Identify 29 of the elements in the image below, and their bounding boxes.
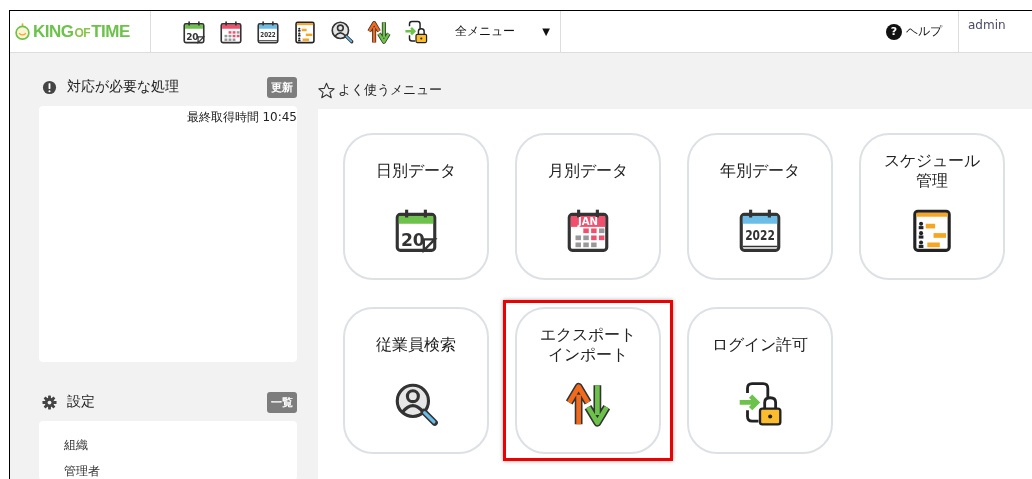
help-icon: ? bbox=[886, 23, 902, 40]
clock-logo-icon bbox=[14, 23, 31, 40]
person-search-button[interactable] bbox=[329, 18, 355, 45]
menu-tile[interactable]: スケジュール管理 bbox=[859, 133, 1005, 280]
user-name[interactable]: admin bbox=[968, 18, 1006, 32]
menu-tile[interactable]: 従業員検索 bbox=[343, 307, 489, 454]
settings-icon bbox=[42, 394, 57, 410]
alert-icon bbox=[42, 79, 57, 95]
help-link[interactable]: ? ヘルプ bbox=[886, 23, 958, 40]
section-title: 設定 bbox=[67, 393, 96, 411]
schedule-chart-button[interactable] bbox=[292, 18, 318, 45]
logo-text: KINGOFTIME bbox=[33, 21, 130, 42]
menu-tile[interactable]: 月別データ JAN bbox=[515, 133, 661, 280]
section-button[interactable]: 一覧 bbox=[267, 391, 297, 413]
calendar-button[interactable] bbox=[218, 18, 244, 45]
all-menu-dropdown[interactable]: 全メニュー ▼ bbox=[429, 11, 561, 52]
menu-tile[interactable]: 日別データ 20 bbox=[343, 133, 489, 280]
menu-tile[interactable]: エクスポートインポート bbox=[515, 307, 661, 454]
menu-link[interactable]: 組織 bbox=[64, 437, 297, 454]
last-updated-text: 最終取得時間 10:45 bbox=[185, 109, 297, 126]
login-padlock-button[interactable] bbox=[403, 18, 429, 45]
menu-link[interactable]: 管理者 bbox=[64, 463, 297, 479]
section-title: 対応が必要な処理 bbox=[67, 78, 180, 96]
section-title: よく使うメニュー bbox=[338, 81, 442, 99]
up-down-arrows-button[interactable] bbox=[366, 18, 392, 45]
section-button[interactable]: 更新 bbox=[267, 76, 297, 98]
menu-tile[interactable]: ログイン許可 bbox=[687, 307, 833, 454]
menu-tile[interactable]: 年別データ 2022 bbox=[687, 133, 833, 280]
star-icon bbox=[318, 81, 335, 99]
